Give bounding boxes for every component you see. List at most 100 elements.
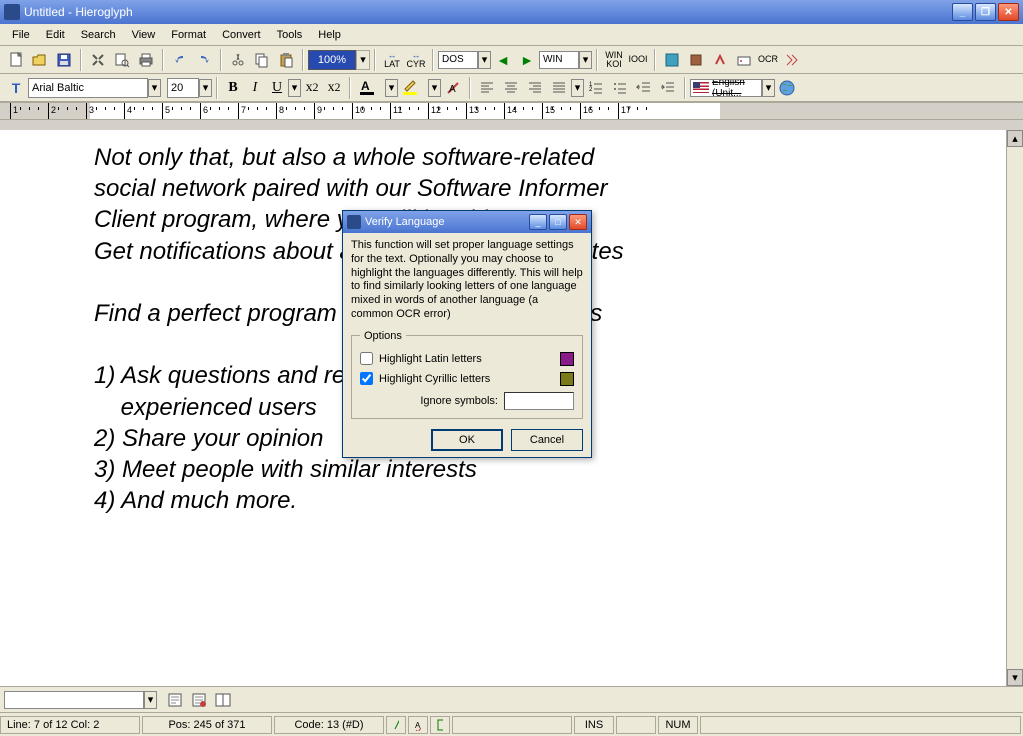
status-icon-c[interactable]	[430, 716, 450, 734]
ocr-button[interactable]: OCR	[757, 49, 779, 71]
tool-b-icon[interactable]	[685, 49, 707, 71]
redo-icon[interactable]	[193, 49, 215, 71]
align-dropdown[interactable]: ▾	[571, 79, 584, 97]
preview-icon[interactable]	[111, 49, 133, 71]
status-spacer-3	[700, 716, 1021, 734]
list-number-icon[interactable]: 12	[585, 77, 607, 99]
status-spacer-2	[616, 716, 656, 734]
menu-format[interactable]: Format	[163, 27, 214, 43]
enc-to[interactable]: WIN	[539, 51, 579, 69]
vertical-scrollbar[interactable]: ▴ ▾	[1006, 130, 1023, 686]
highlight-cyrillic-checkbox[interactable]	[360, 372, 373, 385]
zoom-level[interactable]: 100%	[308, 50, 356, 70]
new-icon[interactable]	[5, 49, 27, 71]
superscript-button[interactable]: x2	[323, 77, 345, 99]
btn-a-icon[interactable]	[164, 689, 186, 711]
dialog-close-button[interactable]: ✕	[569, 214, 587, 230]
menu-view[interactable]: View	[124, 27, 164, 43]
dialog-maximize-button[interactable]: □	[549, 214, 567, 230]
font-color-dropdown[interactable]: ▾	[385, 79, 398, 97]
status-pos: Pos: 245 of 371	[142, 716, 272, 734]
ok-button[interactable]: OK	[431, 429, 503, 451]
tool-a-icon[interactable]	[661, 49, 683, 71]
iooi-button[interactable]: IOOI	[627, 49, 649, 71]
latin-color-swatch[interactable]	[560, 352, 574, 366]
language-select[interactable]: English (Unit...	[690, 79, 762, 97]
undo-icon[interactable]	[169, 49, 191, 71]
subscript-button[interactable]: x2	[301, 77, 323, 99]
outdent-icon[interactable]	[633, 77, 655, 99]
bold-button[interactable]: B	[222, 77, 244, 99]
underline-dropdown[interactable]: ▾	[288, 79, 301, 97]
enc-from[interactable]: DOS	[438, 51, 478, 69]
globe-icon[interactable]	[776, 77, 798, 99]
koi-button[interactable]: WINKOI	[603, 49, 625, 71]
highlight-latin-checkbox[interactable]	[360, 352, 373, 365]
ignore-label: Ignore symbols:	[420, 395, 498, 407]
font-size-select[interactable]: 20	[167, 78, 199, 98]
highlight-dropdown[interactable]: ▾	[428, 79, 441, 97]
lat-button[interactable]: ↔LAT	[381, 49, 403, 71]
language-dropdown[interactable]: ▾	[762, 79, 775, 97]
zoom-dropdown[interactable]: ▾	[356, 50, 370, 70]
enc-from-dropdown[interactable]: ▾	[478, 51, 491, 69]
status-icon-b[interactable]: ABC	[408, 716, 428, 734]
font-name-dropdown[interactable]: ▾	[148, 79, 161, 97]
dialog-titlebar[interactable]: Verify Language _ □ ✕	[343, 211, 591, 233]
scroll-down-icon[interactable]: ▾	[1007, 669, 1023, 686]
tools-icon[interactable]	[87, 49, 109, 71]
arrow-left-icon[interactable]: ◄	[492, 49, 514, 71]
minimize-button[interactable]: _	[952, 3, 973, 21]
style-combo-dropdown[interactable]: ▾	[144, 691, 157, 709]
align-center-icon[interactable]	[500, 77, 522, 99]
align-right-icon[interactable]	[524, 77, 546, 99]
status-line-col: Line: 7 of 12 Col: 2	[0, 716, 140, 734]
save-icon[interactable]	[53, 49, 75, 71]
tool-c-icon[interactable]	[709, 49, 731, 71]
status-icon-a[interactable]	[386, 716, 406, 734]
flag-icon	[693, 82, 709, 93]
font-size-dropdown[interactable]: ▾	[199, 79, 212, 97]
scroll-up-icon[interactable]: ▴	[1007, 130, 1023, 147]
highlight-button[interactable]	[399, 77, 427, 99]
indent-icon[interactable]	[657, 77, 679, 99]
menu-tools[interactable]: Tools	[269, 27, 311, 43]
cancel-button[interactable]: Cancel	[511, 429, 583, 451]
list-bullet-icon[interactable]	[609, 77, 631, 99]
menu-search[interactable]: Search	[73, 27, 124, 43]
copy-icon[interactable]	[251, 49, 273, 71]
italic-button[interactable]: I	[244, 77, 266, 99]
style-combo[interactable]	[4, 691, 144, 709]
btn-c-icon[interactable]	[212, 689, 234, 711]
font-color-button[interactable]: A	[356, 77, 384, 99]
btn-b-icon[interactable]	[188, 689, 210, 711]
menu-help[interactable]: Help	[310, 27, 349, 43]
status-ins: INS	[574, 716, 614, 734]
menu-file[interactable]: File	[4, 27, 38, 43]
cyr-button[interactable]: ↔CYR	[405, 49, 427, 71]
tool-e-icon[interactable]	[781, 49, 803, 71]
font-icon: T	[5, 77, 27, 99]
restore-button[interactable]: ❐	[975, 3, 996, 21]
dialog-minimize-button[interactable]: _	[529, 214, 547, 230]
app-icon	[4, 4, 20, 20]
status-num: NUM	[658, 716, 698, 734]
arrow-right-icon[interactable]: ►	[516, 49, 538, 71]
enc-to-dropdown[interactable]: ▾	[579, 51, 592, 69]
open-icon[interactable]	[29, 49, 51, 71]
underline-button[interactable]: U	[266, 77, 288, 99]
print-icon[interactable]	[135, 49, 157, 71]
cyrillic-color-swatch[interactable]	[560, 372, 574, 386]
ignore-symbols-input[interactable]	[504, 392, 574, 410]
cut-icon[interactable]	[227, 49, 249, 71]
menu-edit[interactable]: Edit	[38, 27, 73, 43]
close-button[interactable]: ✕	[998, 3, 1019, 21]
paste-icon[interactable]	[275, 49, 297, 71]
font-name-select[interactable]: Arial Baltic	[28, 78, 148, 98]
tool-d-icon[interactable]	[733, 49, 755, 71]
align-justify-icon[interactable]	[548, 77, 570, 99]
align-left-icon[interactable]	[476, 77, 498, 99]
clear-format-icon[interactable]: A	[442, 77, 464, 99]
doc-line: Not only that, but also a whole software…	[94, 142, 1006, 173]
menu-convert[interactable]: Convert	[214, 27, 269, 43]
